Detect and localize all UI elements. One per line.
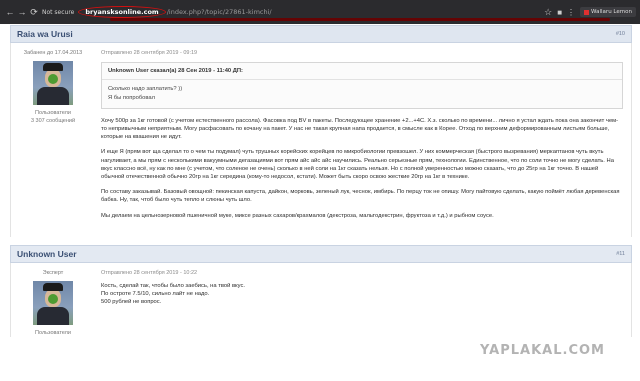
avatar[interactable] [33, 280, 73, 325]
post-header: Raia wa Urusi #10 [10, 25, 632, 43]
post: Raia wa Urusi #10 Забанен до 17.04.2013 … [10, 25, 632, 237]
bookmark-favicon-icon [584, 9, 590, 15]
post-paragraph: Хочу 500р за 1кг готовой (с учетом естес… [101, 117, 619, 141]
user-info: Забанен до 17.04.2013 Пользователи 3 307… [11, 43, 95, 237]
quote-line: Я бы попробовал [108, 94, 156, 101]
quote-body: Сколько надо заплатить? )) Я бы попробов… [102, 80, 622, 107]
user-post-count: 3 307 сообщений [30, 118, 76, 124]
post-body: Эксперт Пользователи Отправлено 28 сентя… [10, 262, 632, 337]
post-paragraph: Кость, сделай так, чтобы было заебись, н… [101, 283, 245, 290]
post-author[interactable]: Unknown User [17, 249, 77, 259]
menu-icon[interactable]: ⋮ [567, 8, 575, 17]
post-paragraph: По остроте 7.5/10, сильно лайт не надо. [101, 291, 210, 298]
quote-block: Unknown User сказал(а) 28 Сен 2019 - 11:… [101, 62, 623, 109]
post-paragraph: 500 рублей не вопрос. [101, 299, 162, 306]
quote-line: Сколько надо заплатить? )) [108, 86, 183, 93]
post-paragraph: Мы делаем на цельнозерновой пшеничной му… [101, 212, 494, 219]
user-ban-status: Забанен до 17.04.2013 [23, 50, 83, 56]
redaction-mark [110, 18, 610, 21]
post-number-link[interactable]: #10 [616, 31, 625, 37]
forward-icon[interactable]: → [16, 7, 28, 17]
extension-icon[interactable]: ■ [557, 8, 562, 17]
post-paragraph: По составу заказывай. Базовый овощной: п… [101, 189, 620, 204]
quote-header: Unknown User сказал(а) 28 Сен 2019 - 11:… [102, 63, 622, 81]
post-body: Забанен до 17.04.2013 Пользователи 3 307… [10, 43, 632, 237]
bookmark-label: Wallaru Lemon [591, 9, 632, 15]
post-paragraph: И еще Я (прям вот ща сделал то о чем ты … [101, 149, 614, 181]
post-date: Отправлено 28 сентября 2019 - 09:19 [101, 50, 198, 56]
bookmark-button[interactable]: Wallaru Lemon [580, 7, 636, 17]
post-content: Отправлено 28 сентября 2019 - 09:19 Unkn… [95, 43, 631, 237]
user-group: Пользователи [35, 110, 71, 116]
user-info: Эксперт Пользователи [11, 263, 95, 337]
url-path[interactable]: /index.php?/topic/27861-kimchi/ [167, 8, 272, 16]
star-icon[interactable]: ☆ [544, 7, 552, 18]
reload-icon[interactable]: ⟳ [28, 7, 40, 18]
back-icon[interactable]: ← [4, 7, 16, 17]
avatar[interactable] [33, 61, 73, 105]
post-author[interactable]: Raia wa Urusi [17, 29, 73, 39]
post-number-link[interactable]: #11 [616, 251, 625, 257]
post-header: Unknown User #11 [10, 244, 632, 263]
url-domain[interactable]: bryansksonline.com [78, 6, 166, 18]
user-rank: Эксперт [42, 269, 64, 276]
address-bar[interactable]: bryansksonline.com /index.php?/topic/278… [78, 6, 272, 18]
site-watermark: YAPLAKAL.COM [480, 343, 605, 358]
post-content: Отправлено 28 сентября 2019 - 10:22 Кост… [95, 263, 631, 337]
user-group: Пользователи [35, 329, 71, 336]
security-indicator[interactable]: Not secure [42, 9, 74, 16]
post-date: Отправлено 28 сентября 2019 - 10:22 [101, 269, 198, 276]
forum-topic: Raia wa Urusi #10 Забанен до 17.04.2013 … [10, 25, 632, 337]
post: Unknown User #11 Эксперт Пользователи От… [10, 244, 632, 337]
